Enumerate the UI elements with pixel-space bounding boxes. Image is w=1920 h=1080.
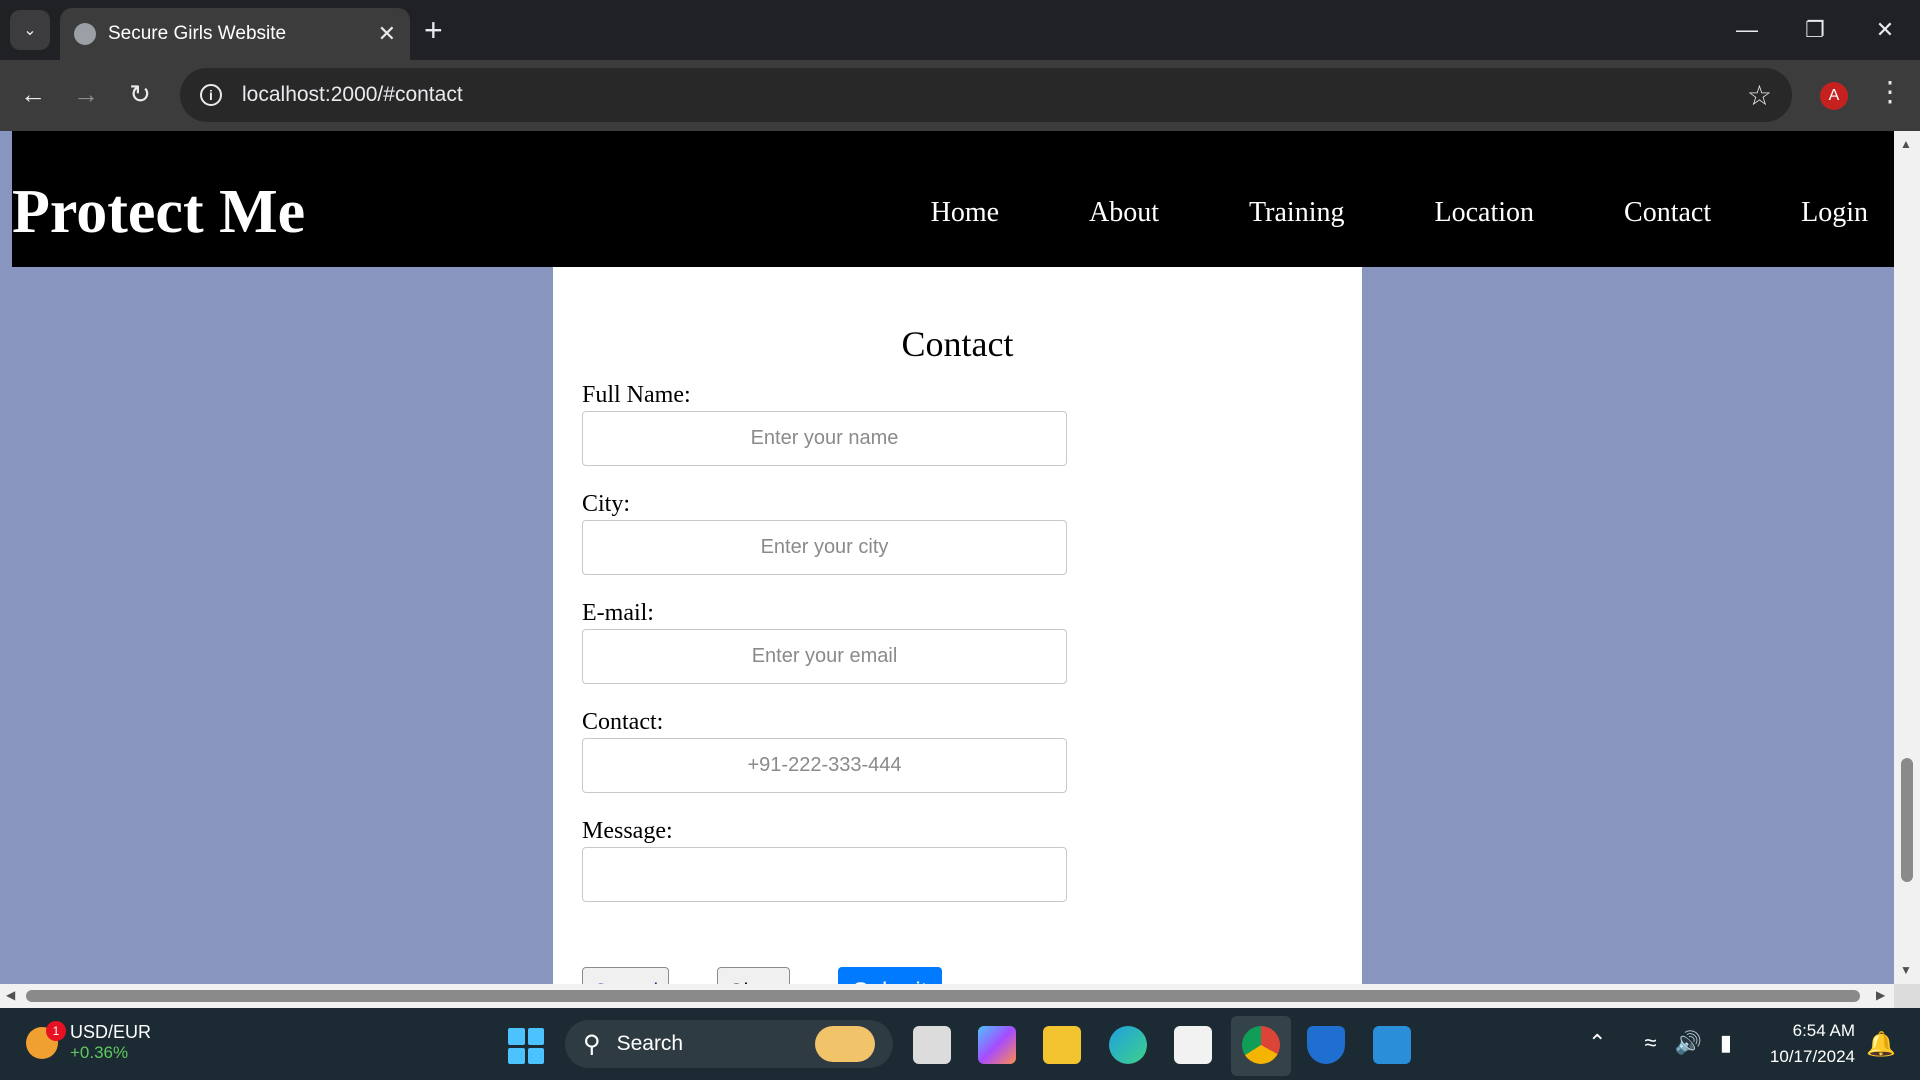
search-icon: ⚲: [583, 1030, 601, 1058]
store-icon[interactable]: [1174, 1026, 1212, 1064]
taskbar-search[interactable]: ⚲ Search: [565, 1020, 893, 1068]
contact-input[interactable]: [582, 738, 1067, 793]
forward-arrow-icon[interactable]: →: [66, 74, 106, 114]
restore-icon[interactable]: ❐: [1790, 10, 1840, 50]
browser-toolbar: ← → ↻ i localhost:2000/#contact ☆ A ⋮: [0, 60, 1920, 131]
scroll-down-icon[interactable]: ▼: [1900, 963, 1912, 977]
taskbar-search-label: Search: [616, 1032, 684, 1055]
page-viewport: Protect Me Home About Training Location …: [0, 131, 1920, 984]
vscode-icon[interactable]: [1373, 1026, 1411, 1064]
cancel-button[interactable]: Cancel: [582, 967, 669, 984]
copilot-icon[interactable]: [978, 1026, 1016, 1064]
battery-icon[interactable]: ▮: [1720, 1030, 1732, 1056]
message-label: Message:: [582, 818, 673, 844]
nav-link-login[interactable]: Login: [1801, 197, 1868, 229]
new-tab-button[interactable]: +: [424, 12, 443, 48]
browser-menu-icon[interactable]: ⋮: [1876, 78, 1904, 106]
profile-avatar[interactable]: A: [1820, 82, 1848, 110]
windows-start-icon[interactable]: [508, 1028, 544, 1064]
browser-tab[interactable]: Secure Girls Website ✕: [60, 8, 410, 60]
minimize-icon[interactable]: —: [1722, 10, 1772, 50]
site-logo[interactable]: Protect Me: [12, 181, 305, 243]
browser-titlebar: ⌄ Secure Girls Website ✕ + — ❐ ✕: [0, 0, 1920, 60]
message-input[interactable]: [582, 847, 1067, 902]
url-text[interactable]: localhost:2000/#contact: [242, 83, 1747, 107]
taskbar: 1 USD/EUR +0.36% ⚲ Search ⌃ ≈ 🔊 ▮ 6:54 A…: [0, 1008, 1920, 1080]
email-input[interactable]: [582, 629, 1067, 684]
nav-link-about[interactable]: About: [1089, 197, 1159, 229]
scrollbar-corner: [1894, 984, 1920, 1008]
edge-icon[interactable]: [1109, 1026, 1147, 1064]
email-label: E-mail:: [582, 600, 654, 626]
system-tray: ⌃ ≈ 🔊 ▮: [1588, 1030, 1750, 1056]
clock[interactable]: 6:54 AM 10/17/2024: [1755, 1018, 1855, 1070]
site-nav: Home About Training Location Contact Log…: [841, 197, 1894, 229]
scroll-left-icon[interactable]: ◀: [6, 988, 15, 1002]
defender-shield-icon[interactable]: [1307, 1026, 1345, 1064]
chevron-up-icon[interactable]: ⌃: [1588, 1030, 1606, 1056]
close-icon[interactable]: ✕: [378, 21, 396, 47]
contact-form-title: Contact: [901, 324, 1014, 364]
clock-date: 10/17/2024: [1769, 1047, 1855, 1066]
contact-form-card: Contact Full Name: City: E-mail: Contact…: [553, 267, 1362, 984]
city-label: City:: [582, 491, 631, 517]
nav-link-home[interactable]: Home: [931, 197, 999, 229]
volume-icon[interactable]: 🔊: [1675, 1030, 1702, 1056]
nav-link-training[interactable]: Training: [1249, 197, 1344, 229]
wifi-icon[interactable]: ≈: [1644, 1030, 1656, 1056]
chevron-down-icon: ⌄: [23, 22, 37, 39]
scroll-up-icon[interactable]: ▲: [1900, 137, 1912, 151]
search-highlight-image: [815, 1026, 875, 1062]
clear-button[interactable]: Clear: [717, 967, 790, 984]
submit-button[interactable]: Submit: [838, 967, 942, 984]
window-close-icon[interactable]: ✕: [1860, 10, 1910, 50]
horizontal-scroll-thumb[interactable]: [26, 990, 1860, 1002]
clock-time: 6:54 AM: [1792, 1021, 1855, 1040]
file-explorer-icon[interactable]: [1043, 1026, 1081, 1064]
nav-link-location[interactable]: Location: [1434, 197, 1534, 229]
globe-icon: [74, 23, 96, 45]
widget-title: USD/EUR: [70, 1022, 152, 1042]
full-name-input[interactable]: [582, 411, 1067, 466]
bookmark-star-icon[interactable]: ☆: [1747, 79, 1772, 112]
horizontal-scrollbar[interactable]: ◀ ▶: [0, 984, 1894, 1008]
back-arrow-icon[interactable]: ←: [13, 74, 53, 114]
widget-change: +0.36%: [70, 1043, 129, 1062]
vertical-scrollbar[interactable]: ▲ ▼: [1894, 131, 1920, 984]
notification-bell-icon[interactable]: 🔔: [1866, 1030, 1896, 1059]
task-view-icon[interactable]: [913, 1026, 951, 1064]
scroll-right-icon[interactable]: ▶: [1876, 988, 1885, 1002]
site-info-icon[interactable]: i: [200, 84, 222, 106]
notification-badge: 1: [46, 1020, 66, 1041]
full-name-label: Full Name:: [582, 382, 691, 408]
site-header: Protect Me Home About Training Location …: [12, 131, 1894, 267]
address-bar[interactable]: i localhost:2000/#contact ☆: [180, 68, 1792, 122]
currency-widget[interactable]: 1 USD/EUR +0.36%: [26, 1020, 152, 1063]
nav-link-contact[interactable]: Contact: [1624, 197, 1711, 229]
coins-icon: 1: [26, 1020, 66, 1059]
contact-label: Contact:: [582, 709, 664, 735]
reload-icon[interactable]: ↻: [120, 74, 160, 114]
city-input[interactable]: [582, 520, 1067, 575]
chrome-icon[interactable]: [1242, 1026, 1280, 1064]
tab-search-button[interactable]: ⌄: [10, 10, 50, 50]
vertical-scroll-thumb[interactable]: [1901, 758, 1913, 882]
tab-title: Secure Girls Website: [108, 23, 287, 44]
